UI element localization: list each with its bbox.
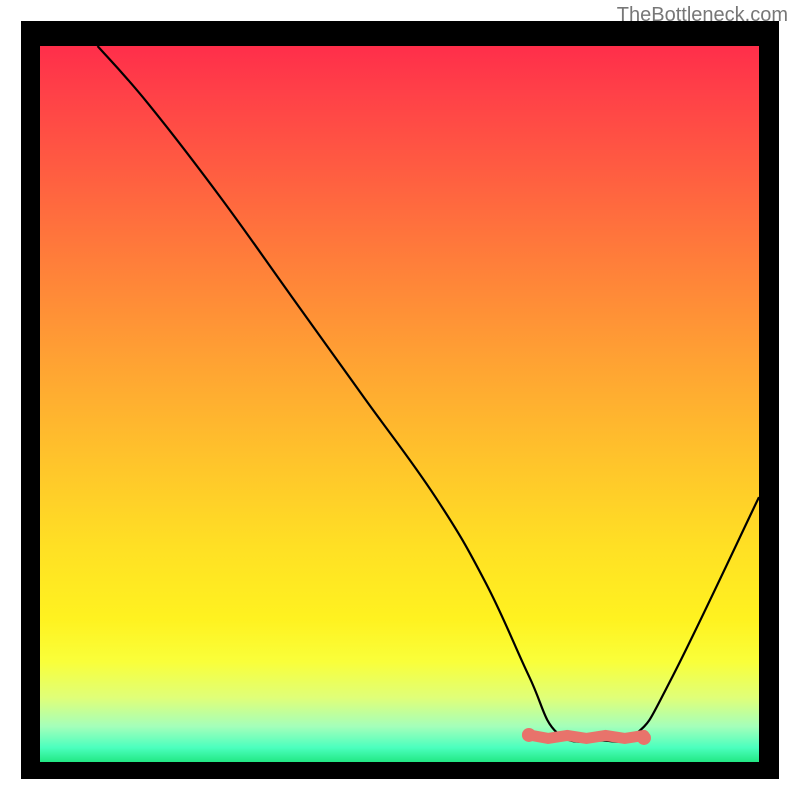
optimal-zone-end-dot <box>637 731 651 745</box>
bottleneck-curve-line <box>98 46 759 742</box>
optimal-zone-start-dot <box>522 728 536 742</box>
plot-area <box>40 46 759 762</box>
plot-frame <box>21 21 779 779</box>
optimal-zone-band <box>529 735 644 739</box>
watermark-text: TheBottleneck.com <box>617 4 788 27</box>
chart-svg <box>40 46 759 762</box>
